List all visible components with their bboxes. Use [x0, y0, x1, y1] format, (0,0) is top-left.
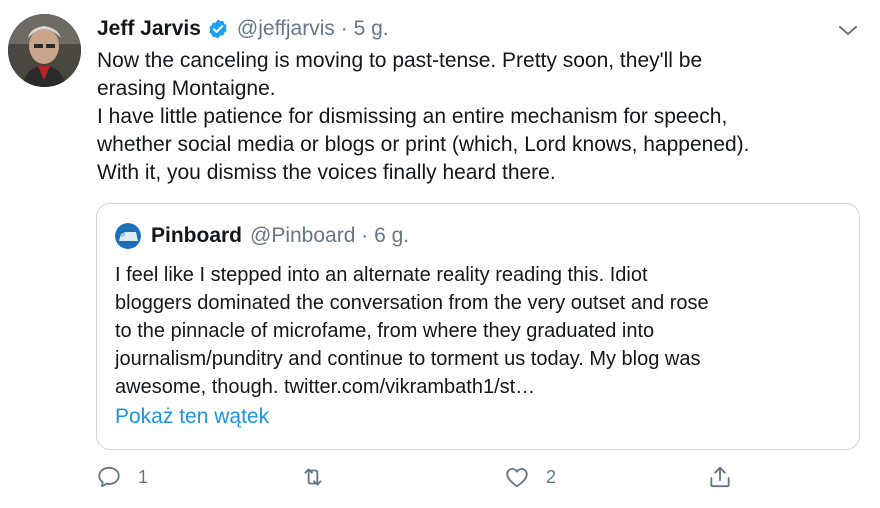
quoted-tweet[interactable]: Pinboard @Pinboard · 6 g. I feel like I …: [96, 203, 860, 450]
share-icon: [710, 466, 730, 488]
tweet-meta: @jeffjarvis · 5 g.: [237, 17, 389, 41]
like-count: 2: [546, 466, 557, 487]
quoted-tweet-timestamp: 6 g.: [374, 224, 410, 247]
author-handle[interactable]: @jeffjarvis: [237, 17, 335, 40]
quoted-tweet-text: I feel like I stepped into an alternate …: [115, 264, 709, 398]
retweet-icon: [304, 468, 322, 486]
chevron-down-icon[interactable]: [836, 20, 860, 40]
author-avatar[interactable]: [8, 14, 81, 87]
reply-button[interactable]: 1: [96, 464, 148, 490]
quoted-author-avatar: [115, 223, 141, 249]
like-button[interactable]: 2: [504, 464, 556, 490]
retweet-button[interactable]: [300, 464, 342, 490]
tweet-header: Jeff Jarvis @jeffjarvis · 5 g.: [97, 14, 389, 44]
tweet-timestamp[interactable]: 5 g.: [354, 17, 389, 40]
reply-count: 1: [138, 466, 149, 487]
quoted-author-handle: @Pinboard: [250, 224, 356, 247]
quoted-author-name: Pinboard: [151, 224, 243, 247]
tweet-actions: 1 2: [0, 460, 880, 500]
verified-badge-icon: [207, 18, 229, 40]
show-thread-link[interactable]: Pokaż ten wątek: [115, 405, 269, 429]
meta-separator: ·: [361, 224, 369, 247]
share-button[interactable]: [707, 464, 733, 490]
reply-icon: [98, 466, 120, 488]
tweet-text: Now the canceling is moving to past-tens…: [97, 49, 750, 184]
meta-separator: ·: [340, 17, 348, 40]
quoted-tweet-header: Pinboard @Pinboard · 6 g.: [115, 221, 409, 251]
author-name[interactable]: Jeff Jarvis: [97, 17, 201, 41]
heart-icon: [506, 467, 528, 488]
quoted-tweet-meta: @Pinboard · 6 g.: [250, 224, 409, 248]
